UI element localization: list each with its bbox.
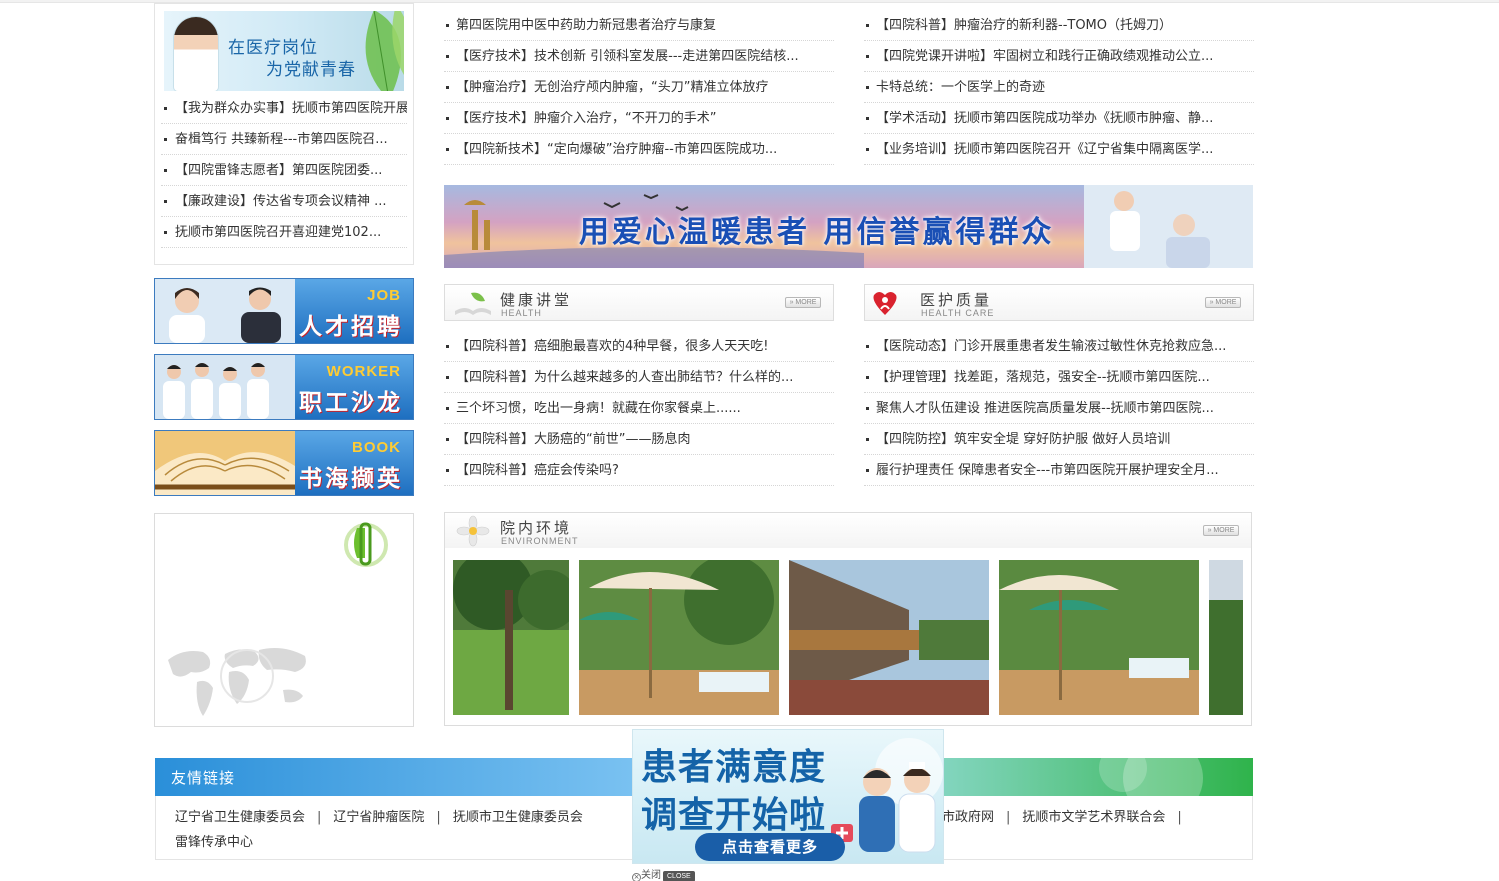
list-item[interactable]: 【四院科普】大肠癌的“前世”——肠息肉 (444, 424, 834, 455)
health-list: 【四院科普】癌细胞最喜欢的4种早餐，很多人天天吃! 【四院科普】为什么越来越多的… (444, 331, 834, 486)
list-item[interactable]: 【医疗技术】肿瘤介入治疗，“不开刀的手术” (444, 103, 834, 134)
list-item[interactable]: 【四院防控】筑牢安全堤 穿好防护服 做好人员培训 (864, 424, 1254, 455)
slogan-banner[interactable]: 用爱心温暖患者 用信誉赢得群众 (444, 185, 1253, 268)
heart-icon (873, 292, 897, 315)
section-subtitle: ENVIRONMENT (501, 536, 579, 546)
links-row: 雷锋传承中心 (175, 831, 253, 850)
close-label: 关闭 (641, 870, 661, 881)
section-title: 健康讲堂 (500, 291, 573, 309)
links-row: 辽宁省卫生健康委员会 | 辽宁省肿瘤医院 | 抚顺市卫生健康委员会 (175, 810, 583, 825)
list-item[interactable]: 卡特总统：一个医学上的奇迹 (864, 72, 1254, 103)
gallery-photo[interactable] (453, 560, 569, 715)
staff-group-photo (155, 355, 295, 419)
banner-cn-label: 书海撷英 (299, 466, 403, 492)
header-decoration (1099, 758, 1203, 796)
more-button[interactable]: » MORE (785, 297, 821, 308)
banner-cn-label: 职工沙龙 (299, 390, 403, 416)
friend-links-title: 友情链接 (171, 769, 236, 787)
contact-box (154, 513, 414, 727)
environment-section-header: 院内环境 ENVIRONMENT » MORE (444, 512, 1252, 549)
link[interactable]: 抚顺市卫生健康委员会 (453, 810, 583, 825)
nurse-illustration (174, 17, 218, 91)
survey-popup[interactable]: 患者满意度 调查开始啦 点击查看更多 (632, 729, 944, 864)
list-item[interactable]: 【我为群众办实事】抚顺市第四医院开展... (161, 93, 407, 124)
left-news-panel: 在医疗岗位 为党献青春 【我为群众办实事】抚顺市第四医院开展... 奋楫笃行 共… (154, 3, 414, 265)
left-news-list: 【我为群众办实事】抚顺市第四医院开展... 奋楫笃行 共臻新程---市第四医院召… (161, 93, 407, 248)
news-list-right: 【四院科普】肿瘤治疗的新利器--TOMO（托姆刀） 【四院党课开讲啦】牢固树立和… (864, 10, 1254, 165)
list-item[interactable]: 抚顺市第四医院召开喜迎建党102... (161, 217, 407, 248)
book-banner[interactable]: BOOK 书海撷英 (154, 430, 414, 496)
link[interactable]: 辽宁省肿瘤医院 (333, 810, 424, 825)
section-title: 医护质量 (920, 291, 993, 309)
job-recruitment-banner[interactable]: JOB 人才招聘 (154, 278, 414, 344)
recruitment-photo (155, 279, 295, 343)
link[interactable]: 雷锋传承中心 (175, 835, 253, 850)
list-item[interactable]: 【医疗技术】技术创新 引领科室发展---走进第四医院结核... (444, 41, 834, 72)
list-item[interactable]: 聚焦人才队伍建设 推进医院高质量发展--抚顺市第四医院... (864, 393, 1254, 424)
banner-en-label: JOB (367, 287, 401, 304)
party-youth-banner[interactable]: 在医疗岗位 为党献青春 (164, 11, 404, 91)
doctor-nurse-illustration (831, 738, 943, 853)
open-book-photo (155, 431, 295, 495)
list-item[interactable]: 【护理管理】找差距，落规范，强安全--抚顺市第四医院... (864, 362, 1254, 393)
gallery-photo[interactable] (1209, 560, 1243, 715)
phone-icon (344, 522, 388, 567)
list-item[interactable]: 第四医院用中医中药助力新冠患者治疗与康复 (444, 10, 834, 41)
world-map-icon (168, 648, 306, 716)
list-item[interactable]: 【医院动态】门诊开展重患者发生输液过敏性休克抢救应急... (864, 331, 1254, 362)
list-item[interactable]: 【学术活动】抚顺市第四医院成功举办《抚顺市肿瘤、静... (864, 103, 1254, 134)
list-item[interactable]: 【四院党课开讲啦】牢固树立和践行正确政绩观推动公立... (864, 41, 1254, 72)
list-item[interactable]: 【四院科普】肿瘤治疗的新利器--TOMO（托姆刀） (864, 10, 1254, 41)
flower-icon (456, 515, 490, 547)
list-item[interactable]: 【四院雷锋志愿者】第四医院团委... (161, 155, 407, 186)
links-row: 市政府网 | 抚顺市文学艺术界联合会 | (942, 810, 1182, 825)
gallery-photo[interactable] (789, 560, 989, 715)
photo-strip (453, 560, 1243, 715)
list-item[interactable]: 【业务培训】抚顺市第四医院召开《辽宁省集中隔离医学... (864, 134, 1254, 165)
care-list: 【医院动态】门诊开展重患者发生输液过敏性休克抢救应急... 【护理管理】找差距，… (864, 331, 1254, 486)
list-item[interactable]: 【肿瘤治疗】无创治疗颅内肿瘤，“头刀”精准立体放疗 (444, 72, 834, 103)
banner-line-2: 为党献青春 (266, 60, 356, 80)
popup-line-1: 患者满意度 (641, 747, 827, 788)
list-item[interactable]: 【四院科普】为什么越来越多的人查出肺结节？什么样的... (444, 362, 834, 393)
section-subtitle: HEALTH CARE (921, 308, 995, 318)
list-item[interactable]: 履行护理责任 保障患者安全---市第四医院开展护理安全月... (864, 455, 1254, 486)
gallery-photo[interactable] (579, 560, 779, 715)
gallery-photo[interactable] (999, 560, 1199, 715)
banner-cn-label: 人才招聘 (299, 314, 403, 340)
worker-salon-banner[interactable]: WORKER 职工沙龙 (154, 354, 414, 420)
list-item[interactable]: 三个坏习惯，吃出一身病！就藏在你家餐桌上...... (444, 393, 834, 424)
list-item[interactable]: 【四院新技术】“定向爆破”治疗肿瘤--市第四医院成功... (444, 134, 834, 165)
popup-cta-button[interactable]: 点击查看更多 (695, 833, 845, 861)
list-item[interactable]: 奋楫笃行 共臻新程---市第四医院召... (161, 124, 407, 155)
link[interactable]: 市政府网 (942, 810, 994, 825)
news-list-left: 第四医院用中医中药助力新冠患者治疗与康复 【医疗技术】技术创新 引领科室发展--… (444, 10, 834, 165)
list-item[interactable]: 【廉政建设】传达省专项会议精神 ... (161, 186, 407, 217)
popup-line-2: 调查开始啦 (641, 795, 827, 836)
section-subtitle: HEALTH (501, 308, 542, 318)
link[interactable]: 抚顺市文学艺术界联合会 (1022, 810, 1165, 825)
care-section-header: 医护质量 HEALTH CARE » MORE (864, 284, 1254, 321)
link[interactable]: 辽宁省卫生健康委员会 (175, 810, 305, 825)
list-item[interactable]: 【四院科普】癌症会传染吗? (444, 455, 834, 486)
more-button[interactable]: » MORE (1205, 297, 1241, 308)
section-title: 院内环境 (500, 519, 573, 537)
banner-en-label: BOOK (352, 439, 401, 456)
close-badge: CLOSE (663, 871, 695, 881)
environment-gallery (444, 548, 1252, 726)
more-button[interactable]: » MORE (1203, 525, 1239, 536)
list-item[interactable]: 【四院科普】癌细胞最喜欢的4种早餐，很多人天天吃! (444, 331, 834, 362)
popup-close-button[interactable]: × 关闭 CLOSE (632, 870, 695, 881)
banner-en-label: WORKER (326, 363, 401, 380)
banner-slogan: 用爱心温暖患者 用信誉赢得群众 (579, 215, 1055, 250)
close-icon: × (632, 873, 641, 881)
health-section-header: 健康讲堂 HEALTH » MORE (444, 284, 834, 321)
book-leaf-icon (455, 292, 491, 315)
